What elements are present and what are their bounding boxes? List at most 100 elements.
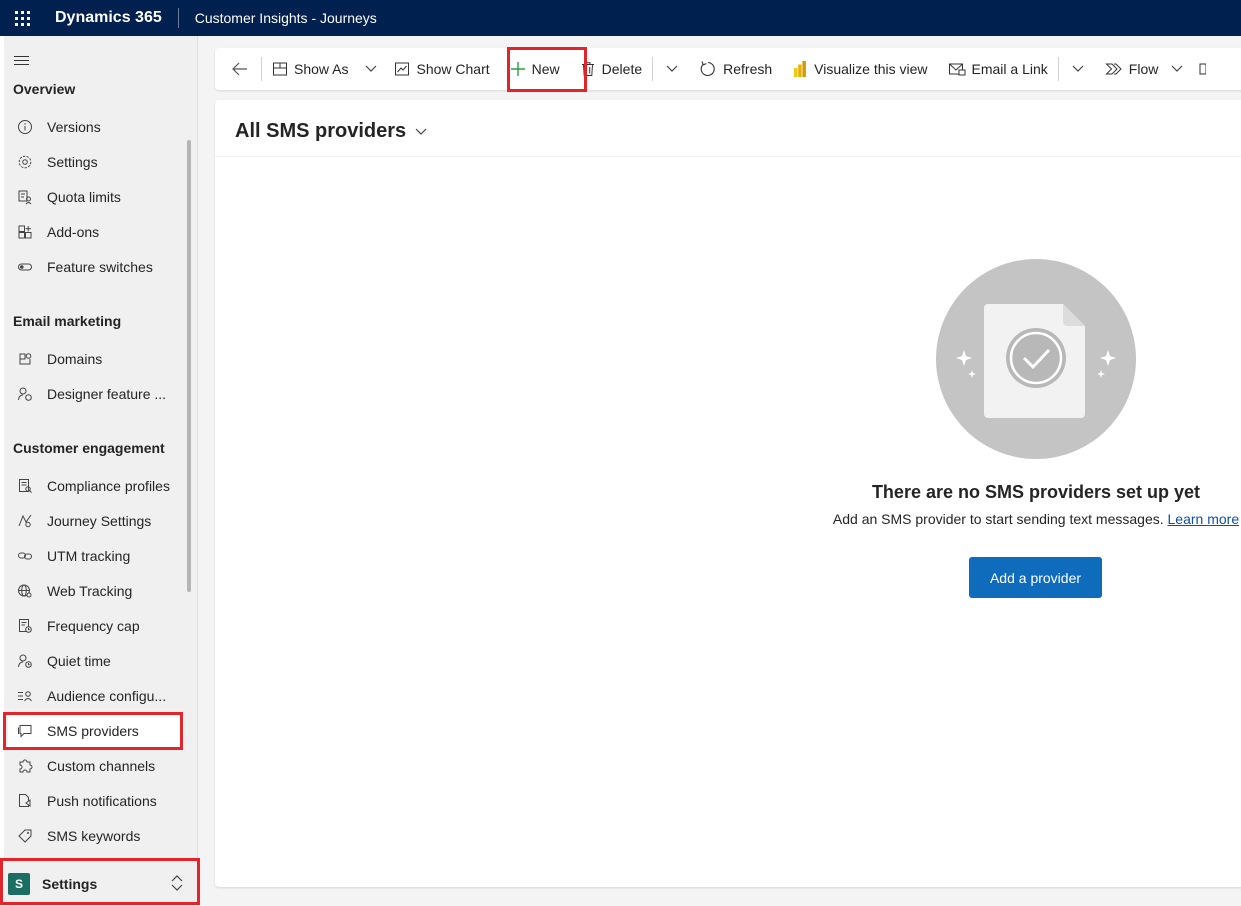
tag-icon — [14, 827, 36, 845]
sidebar-item-journey-settings[interactable]: Journey Settings — [8, 505, 184, 537]
show-as-icon — [272, 61, 288, 77]
view-card: All SMS providers There are no SMS provi… — [215, 100, 1241, 887]
sidebar-item-frequency-cap[interactable]: Frequency cap — [8, 610, 184, 642]
flow-icon — [1105, 61, 1123, 77]
app-launcher-button[interactable] — [0, 0, 44, 36]
sidebar-item-label: Designer feature ... — [47, 386, 167, 402]
show-as-label: Show As — [294, 61, 349, 77]
arrow-left-icon — [231, 61, 249, 77]
email-icon — [948, 61, 966, 77]
delete-label: Delete — [601, 61, 643, 77]
chevron-down-icon — [364, 64, 378, 74]
sidebar-item-utm-tracking[interactable]: UTM tracking — [8, 540, 184, 572]
view-title: All SMS providers — [235, 120, 407, 142]
sidebar-item-web-tracking[interactable]: Web Tracking — [8, 575, 184, 607]
sidebar-item-label: Web Tracking — [47, 583, 133, 599]
flow-button[interactable]: Flow — [1097, 48, 1163, 90]
power-bi-icon — [792, 60, 808, 78]
sidebar-item-custom-channels[interactable]: Custom channels — [8, 750, 184, 782]
sidebar-item-versions[interactable]: Versions — [8, 111, 184, 143]
new-button-highlight — [507, 47, 587, 92]
back-button[interactable] — [215, 48, 259, 90]
more-icon — [1196, 61, 1207, 77]
sidebar-item-settings[interactable]: Settings — [8, 146, 184, 178]
frequency-icon — [14, 617, 36, 635]
group-title-email-marketing: Email marketing — [13, 313, 122, 329]
toolbar-separator — [652, 57, 654, 81]
audience-icon — [14, 687, 36, 705]
domains-icon — [14, 350, 36, 368]
designer-icon — [14, 385, 36, 403]
sidebar-item-add-ons[interactable]: Add-ons — [8, 216, 184, 248]
visualize-label: Visualize this view — [814, 61, 928, 77]
flow-label: Flow — [1128, 61, 1159, 77]
show-as-dropdown[interactable] — [356, 48, 386, 90]
show-chart-label: Show Chart — [416, 61, 490, 77]
delete-dropdown[interactable] — [655, 48, 691, 90]
info-icon — [14, 118, 36, 136]
sidebar-item-label: SMS keywords — [47, 828, 141, 844]
sidebar-item-domains[interactable]: Domains — [8, 343, 184, 375]
sidebar-item-quota-limits[interactable]: Quota limits — [8, 181, 184, 213]
link-icon — [14, 547, 36, 565]
refresh-label: Refresh — [723, 61, 773, 77]
sidebar-scrollbar[interactable] — [187, 140, 191, 592]
sidebar-item-feature-switches[interactable]: Feature switches — [8, 251, 184, 283]
sidebar-item-sms-keywords[interactable]: SMS keywords — [8, 820, 184, 852]
sidebar-item-compliance-profiles[interactable]: Compliance profiles — [8, 470, 184, 502]
view-selector[interactable]: All SMS providers — [235, 120, 428, 143]
app-name[interactable]: Customer Insights - Journeys — [179, 10, 377, 26]
email-link-dropdown[interactable] — [1061, 48, 1097, 90]
toggle-icon — [14, 258, 36, 276]
group-title-customer-engagement: Customer engagement — [13, 440, 165, 456]
toolbar-separator — [261, 57, 262, 81]
quota-icon — [14, 188, 36, 206]
empty-state-text: Add an SMS provider to start sending tex… — [832, 511, 1164, 527]
journey-icon — [14, 512, 36, 530]
show-as-button[interactable]: Show As — [264, 48, 356, 90]
sidebar-item-label: Domains — [47, 351, 103, 367]
add-provider-button[interactable]: Add a provider — [969, 557, 1102, 598]
command-bar: Show As Show Chart New Delete Refresh Vi… — [215, 48, 1241, 90]
card-divider — [215, 156, 1241, 157]
document-check-icon — [956, 304, 1116, 418]
sidebar: Overview Versions Settings Quota limits … — [4, 36, 198, 906]
sidebar-item-label: Versions — [47, 119, 101, 135]
main-content: Show As Show Chart New Delete Refresh Vi… — [198, 36, 1241, 906]
hamburger-icon[interactable] — [14, 56, 30, 66]
sidebar-item-push-notifications[interactable]: Push notifications — [8, 785, 184, 817]
chart-icon — [394, 61, 410, 77]
empty-state-illustration — [936, 259, 1136, 459]
globe-icon — [14, 582, 36, 600]
sms-providers-highlight — [3, 712, 183, 750]
puzzle-icon — [14, 757, 36, 775]
sidebar-item-audience-configuration[interactable]: Audience configu... — [8, 680, 184, 712]
learn-more-link[interactable]: Learn more — [1168, 511, 1240, 527]
chevron-down-icon — [1071, 64, 1085, 74]
refresh-button[interactable]: Refresh — [691, 48, 786, 90]
show-chart-button[interactable]: Show Chart — [386, 48, 497, 90]
push-icon — [14, 792, 36, 810]
email-link-label: Email a Link — [971, 61, 1048, 77]
visualize-button[interactable]: Visualize this view — [786, 48, 939, 90]
sidebar-item-label: Frequency cap — [47, 618, 140, 634]
more-commands-button[interactable] — [1192, 48, 1207, 90]
sidebar-item-label: Compliance profiles — [47, 478, 170, 494]
top-bar: Dynamics 365 Customer Insights - Journey… — [0, 0, 1241, 36]
email-link-button[interactable]: Email a Link — [940, 48, 1056, 90]
sidebar-item-label: Feature switches — [47, 259, 153, 275]
sidebar-item-label: Quota limits — [47, 189, 121, 205]
sidebar-item-label: Settings — [47, 154, 98, 170]
sidebar-item-label: Custom channels — [47, 758, 156, 774]
sidebar-item-designer-feature[interactable]: Designer feature ... — [8, 378, 184, 410]
group-title-overview: Overview — [13, 81, 76, 97]
flow-dropdown[interactable] — [1162, 48, 1192, 90]
sidebar-item-label: Push notifications — [47, 793, 157, 809]
brand-name[interactable]: Dynamics 365 — [44, 9, 178, 27]
chevron-down-icon — [1170, 64, 1184, 74]
sidebar-item-quiet-time[interactable]: Quiet time — [8, 645, 184, 677]
settings-area-highlight — [0, 858, 200, 905]
compliance-icon — [14, 477, 36, 495]
gear-icon — [14, 153, 36, 171]
sidebar-item-label: Journey Settings — [47, 513, 152, 529]
